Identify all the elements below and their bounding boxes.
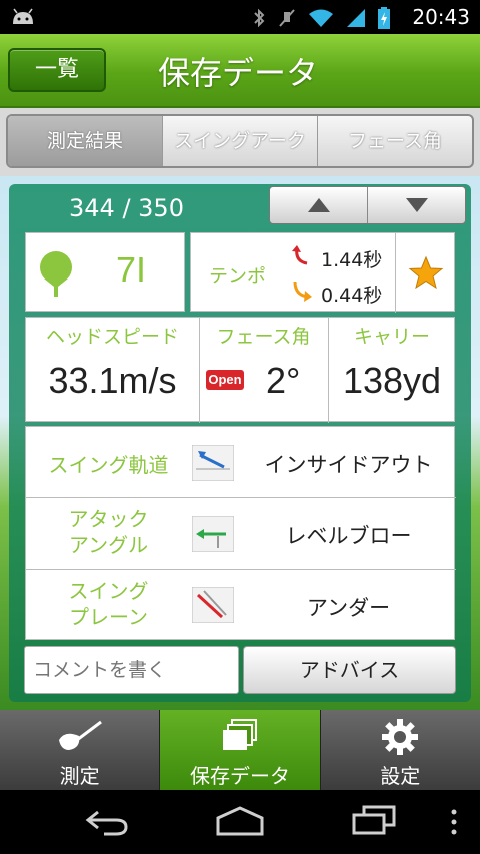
result-panel: 344 / 350 7I テンポ 1.44秒 0.44秒 ヘッドスピード 33.… [9, 184, 471, 702]
carry-label: キャリー [353, 326, 430, 348]
swing-plane-label: スイング プレーン [26, 578, 191, 630]
system-navigation-bar [0, 790, 480, 854]
main-content: 344 / 350 7I テンポ 1.44秒 0.44秒 ヘッドスピード 33.… [0, 176, 480, 710]
nav-saved-data-label: 保存データ [189, 764, 290, 788]
open-badge: Open [206, 370, 244, 390]
battery-icon [378, 7, 390, 29]
bluetooth-icon [254, 8, 265, 28]
downswing-time: 0.44秒 [321, 285, 383, 307]
status-bar: 20:43 [0, 0, 480, 34]
status-clock: 20:43 [412, 5, 470, 29]
overflow-menu-icon[interactable] [450, 808, 458, 836]
comment-input[interactable] [24, 646, 239, 694]
swing-path-row: スイング軌道 インサイドアウト [26, 427, 456, 498]
attack-angle-label-line1: アタック [68, 507, 149, 531]
next-record-button[interactable] [368, 187, 465, 223]
attack-angle-value: レベルブロー [285, 524, 412, 548]
favorite-star-icon[interactable] [408, 255, 444, 291]
swing-details-card: スイング軌道 インサイドアウト アタック アングル レベルブロー スイング プレ… [25, 426, 456, 641]
nav-measure[interactable]: 測定 [0, 710, 161, 790]
tempo-label: テンポ [209, 265, 267, 287]
tab-swing-arc[interactable]: スイングアーク [163, 116, 318, 166]
club-card: 7I [25, 232, 185, 312]
carry-value: 138yd [342, 360, 442, 401]
android-icon [13, 8, 33, 24]
nav-saved-data[interactable]: 保存データ [160, 710, 321, 790]
golf-ball-tee-icon [40, 251, 72, 297]
swing-path-label: スイング軌道 [48, 453, 169, 477]
nav-measure-label: 測定 [59, 764, 100, 788]
swing-plane-label-line1: スイング [68, 579, 149, 603]
attack-angle-row: アタック アングル レベルブロー [26, 498, 456, 570]
record-navigator [269, 186, 466, 224]
attack-angle-label-line2: アングル [68, 533, 149, 557]
swing-plane-row: スイング プレーン アンダー [26, 570, 456, 641]
swing-plane-label-line2: プレーン [69, 605, 148, 629]
swing-plane-value: アンダー [306, 596, 391, 620]
advice-button[interactable]: アドバイス [243, 646, 456, 694]
tab-measurement-result[interactable]: 測定結果 [8, 116, 163, 166]
arrow-up-icon [307, 198, 330, 212]
record-counter: 344 / 350 [69, 194, 184, 222]
face-angle-value: 2° [266, 360, 301, 401]
face-angle-label: フェース角 [216, 326, 311, 348]
club-name: 7I [116, 249, 147, 290]
page-title: 保存データ [158, 54, 319, 92]
tab-bar: 測定結果 スイングアーク フェース角 [0, 108, 480, 176]
attack-angle-icon [192, 516, 234, 552]
swing-path-icon [192, 445, 234, 481]
list-back-button[interactable]: 一覧 [8, 48, 106, 92]
arrow-down-icon [405, 198, 428, 212]
bottom-navigation: 測定 保存データ 設定 [0, 710, 480, 790]
attack-angle-label: アタック アングル [26, 506, 191, 558]
head-speed-label: ヘッドスピード [45, 326, 179, 348]
swing-plane-icon [192, 587, 234, 623]
gear-icon [382, 719, 419, 755]
nav-settings[interactable]: 設定 [321, 710, 480, 790]
signal-icon [347, 9, 365, 27]
back-icon[interactable] [84, 808, 130, 836]
saved-data-icon [222, 719, 257, 750]
downswing-arrow-icon [293, 281, 312, 302]
backswing-time: 1.44秒 [321, 249, 383, 271]
swing-path-value: インサイドアウト [264, 453, 433, 477]
app-header: 一覧 保存データ [0, 34, 480, 108]
head-speed-value: 33.1m/s [48, 360, 177, 401]
nav-settings-label: 設定 [380, 764, 421, 788]
recent-apps-icon[interactable] [350, 804, 398, 836]
backswing-arrow-icon [292, 245, 308, 265]
previous-record-button[interactable] [270, 187, 368, 223]
mute-icon [279, 9, 295, 27]
tab-face-angle[interactable]: フェース角 [318, 116, 472, 166]
metrics-card: ヘッドスピード 33.1m/s フェース角 Open 2° キャリー 138yd [25, 317, 455, 423]
wifi-icon [309, 9, 333, 27]
home-icon[interactable] [214, 806, 266, 836]
tempo-card: テンポ 1.44秒 0.44秒 [190, 232, 455, 313]
golf-club-icon [58, 720, 102, 750]
